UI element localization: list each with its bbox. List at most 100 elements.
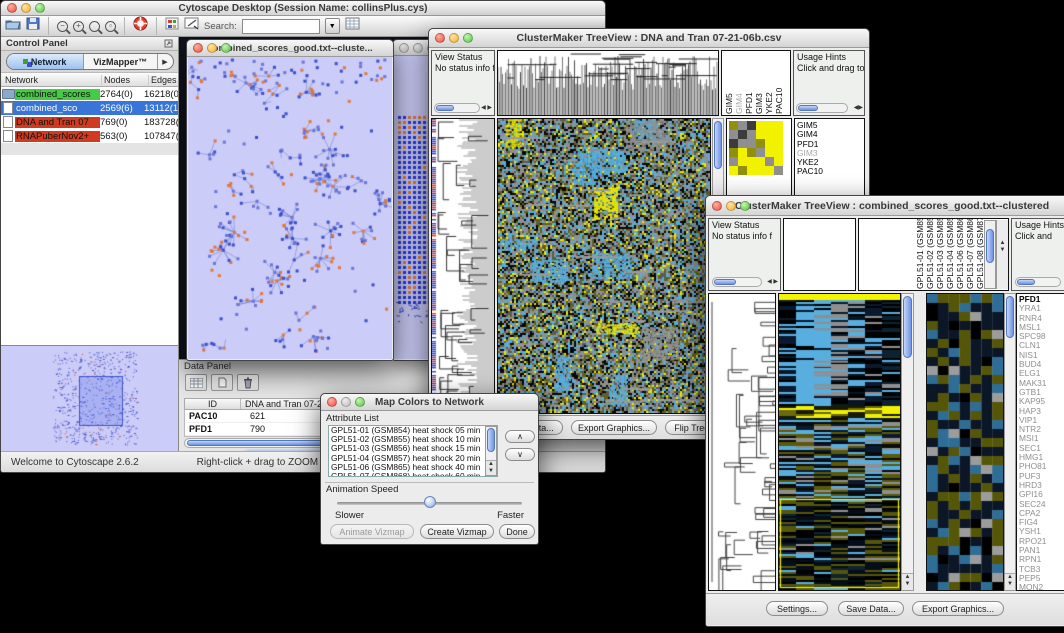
animate-vizmap-button[interactable]: Animate Vizmap: [330, 524, 414, 539]
tv2-column-dendrogram[interactable]: [783, 218, 856, 291]
tv1-column-label[interactable]: YKE2: [764, 52, 774, 114]
tv2-zoom-vscrollbar[interactable]: ▲▼: [1004, 293, 1016, 591]
tv1-zoom-cell[interactable]: [738, 157, 747, 166]
move-attribute-down-button[interactable]: ∨: [505, 448, 535, 461]
tv1-zoom-cell[interactable]: [729, 139, 738, 148]
new-attribute-icon[interactable]: [211, 374, 233, 391]
close-button[interactable]: [712, 201, 722, 211]
attribute-list-item[interactable]: GPL51-07 (GSM868) heat shock 60 min: [329, 472, 497, 477]
network-list-row[interactable]: combined_sco2569(6)13112(15): [1, 101, 178, 115]
tv1-zoom-cell[interactable]: [747, 121, 756, 130]
tv1-zoom-matrix[interactable]: [729, 121, 789, 175]
tv2-usage-hscrollbar[interactable]: [1015, 277, 1061, 287]
network-list-row[interactable]: combined_scores2764(0)16218(0): [1, 87, 178, 101]
tv1-column-label[interactable]: GIM5: [724, 52, 734, 114]
scroll-left-right-arrows[interactable]: ◀ ▶: [481, 105, 492, 112]
tv2-heatmap[interactable]: [778, 293, 901, 591]
close-button[interactable]: [193, 43, 203, 53]
tv1-column-label[interactable]: GIM4: [734, 52, 744, 114]
treeview1-titlebar[interactable]: ClusterMaker TreeView : DNA and Tran 07-…: [429, 29, 869, 48]
float-panel-icon[interactable]: [164, 35, 173, 53]
tv1-zoom-cell[interactable]: [774, 121, 783, 130]
tab-overflow-arrow[interactable]: ▶: [158, 54, 173, 69]
tv1-zoom-cell[interactable]: [774, 157, 783, 166]
tab-network[interactable]: Network: [7, 54, 84, 69]
settings-button[interactable]: Settings...: [766, 601, 828, 616]
select-attributes-icon[interactable]: [185, 374, 207, 391]
tv1-zoom-cell[interactable]: [738, 130, 747, 139]
scroll-left-right-arrows[interactable]: ◀▶: [854, 105, 863, 112]
tv1-zoom-cell[interactable]: [765, 166, 774, 175]
tv1-zoom-cell[interactable]: [765, 130, 774, 139]
tv2-column-label[interactable]: GPL51-03 (GSM856): [935, 220, 945, 289]
network-view-canvas[interactable]: [188, 57, 392, 359]
tv1-zoom-cell[interactable]: [747, 130, 756, 139]
tv1-zoom-cell[interactable]: [774, 130, 783, 139]
tv1-zoom-cell[interactable]: [765, 121, 774, 130]
zoom-window-button[interactable]: [355, 397, 365, 407]
tv1-zoom-cell[interactable]: [729, 130, 738, 139]
tv1-zoom-cell[interactable]: [738, 148, 747, 157]
open-file-icon[interactable]: [5, 17, 21, 35]
close-button[interactable]: [327, 397, 337, 407]
tv1-zoom-cell[interactable]: [765, 157, 774, 166]
minimize-button[interactable]: [341, 397, 351, 407]
tv1-column-label[interactable]: PFD1: [744, 52, 754, 114]
tv1-zoom-cell[interactable]: [774, 166, 783, 175]
close-button[interactable]: [435, 33, 445, 43]
tv2-collabels-arrows[interactable]: ▲▼: [996, 220, 1008, 289]
create-vizmap-button[interactable]: Create Vizmap: [420, 524, 494, 539]
tv1-row-dendrogram[interactable]: [431, 118, 495, 414]
attribute-list-vscrollbar[interactable]: ▲▼: [485, 426, 497, 476]
zoom-window-button[interactable]: [35, 3, 45, 13]
tv1-zoom-cell[interactable]: [747, 157, 756, 166]
tv1-zoom-cell[interactable]: [756, 139, 765, 148]
export-graphics-button[interactable]: Export Graphics...: [912, 601, 1004, 616]
zoom-window-button[interactable]: [221, 43, 231, 53]
attribute-table-icon[interactable]: [345, 17, 360, 35]
move-attribute-up-button[interactable]: ∧: [505, 430, 535, 443]
tv2-heatmap-vscrollbar[interactable]: ▲▼: [901, 293, 914, 591]
tv2-zoom-heatmap[interactable]: [926, 293, 1004, 591]
tv1-zoom-cell[interactable]: [738, 121, 747, 130]
network-list-row[interactable]: RNAPuberNov2+563(0)107847(0): [1, 129, 178, 143]
col-header-edges[interactable]: Edges: [149, 75, 178, 85]
tv1-column-dendrogram[interactable]: [497, 50, 719, 116]
zoom-selected-icon[interactable]: ▫: [105, 21, 116, 32]
tv1-column-label[interactable]: GIM3: [754, 52, 764, 114]
close-button[interactable]: [399, 43, 409, 53]
tv1-zoom-cell[interactable]: [756, 121, 765, 130]
tv2-status-hscrollbar[interactable]: [712, 277, 762, 287]
tv2-column-label[interactable]: GPL51-02 (GSM855): [925, 220, 935, 289]
minimize-button[interactable]: [726, 201, 736, 211]
dp-col-id[interactable]: ID: [185, 399, 241, 409]
zoom-out-icon[interactable]: −: [57, 21, 68, 32]
tv2-collabels-vscrollbar[interactable]: [984, 220, 996, 289]
annotation-icon[interactable]: [184, 17, 199, 35]
col-header-nodes[interactable]: Nodes: [102, 75, 149, 85]
tv1-zoom-cell[interactable]: [729, 148, 738, 157]
zoom-window-button[interactable]: [463, 33, 473, 43]
scroll-left-right-arrows[interactable]: ◀ ▶: [767, 279, 778, 286]
tv2-column-label[interactable]: GPL51-04 (GSM857): [945, 220, 955, 289]
help-lifering-icon[interactable]: [133, 16, 148, 36]
tv2-column-label[interactable]: GPL51-01 (GSM854): [915, 220, 925, 289]
tv2-gene-label[interactable]: MON2: [1017, 583, 1064, 591]
tv1-zoom-cell[interactable]: [747, 148, 756, 157]
tab-vizmapper[interactable]: VizMapper™: [84, 54, 158, 69]
tv2-column-label[interactable]: GPL51-06 (GSM865): [955, 220, 965, 289]
tv1-zoom-cell[interactable]: [747, 139, 756, 148]
zoom-window-button[interactable]: [740, 201, 750, 211]
zoom-in-icon[interactable]: +: [73, 21, 84, 32]
tv1-zoom-cell[interactable]: [738, 139, 747, 148]
tv1-zoom-cell[interactable]: [729, 157, 738, 166]
save-data-button[interactable]: Save Data...: [838, 601, 904, 616]
delete-attribute-icon[interactable]: [237, 374, 259, 391]
tv1-zoom-cell[interactable]: [729, 121, 738, 130]
tv1-usage-hscrollbar[interactable]: [796, 103, 848, 113]
minimize-button[interactable]: [449, 33, 459, 43]
search-input[interactable]: [242, 19, 320, 34]
tv1-row-label[interactable]: PAC10: [795, 167, 864, 176]
tv1-zoom-cell[interactable]: [738, 166, 747, 175]
tv1-zoom-cell[interactable]: [765, 148, 774, 157]
